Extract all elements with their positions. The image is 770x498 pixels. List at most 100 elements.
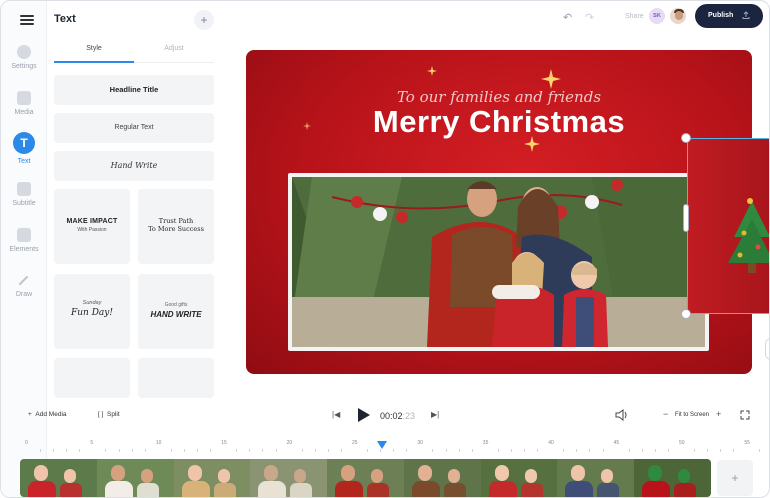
ruler-tick-label: 40 bbox=[548, 440, 554, 446]
undo-icon[interactable]: ↶ bbox=[563, 11, 572, 24]
family-photo[interactable] bbox=[288, 173, 709, 351]
selected-element[interactable] bbox=[687, 138, 769, 314]
skip-forward-icon[interactable]: ▶| bbox=[431, 410, 439, 419]
hand-write-style[interactable]: Hand Write bbox=[54, 151, 214, 181]
template-hand-write[interactable]: Good gifts HAND WRITE bbox=[138, 274, 214, 349]
timeline-thumbnail[interactable] bbox=[480, 459, 558, 497]
ruler-minor-tick bbox=[720, 449, 722, 452]
ruler-minor-tick bbox=[118, 449, 120, 452]
user-avatar[interactable] bbox=[669, 7, 687, 25]
template-placeholder[interactable] bbox=[138, 358, 214, 398]
timeline-thumbnail[interactable] bbox=[557, 459, 635, 497]
fit-to-screen[interactable]: Fit to Screen bbox=[675, 412, 709, 418]
template-line: MAKE IMPACT bbox=[66, 218, 118, 225]
ruler-minor-tick bbox=[537, 449, 539, 452]
timeline-thumbnail[interactable] bbox=[96, 459, 174, 497]
ruler-tick-label: 20 bbox=[286, 440, 293, 446]
ruler-minor-tick bbox=[641, 449, 643, 452]
template-line: To More Success bbox=[148, 225, 204, 233]
ruler-tick-label: 15 bbox=[221, 440, 227, 446]
ruler-minor-tick bbox=[327, 449, 329, 452]
rail-label: Settings bbox=[11, 63, 37, 70]
ruler-minor-tick bbox=[249, 449, 251, 452]
canvas-title[interactable]: Merry Christmas bbox=[246, 104, 752, 140]
zoom-in-button[interactable]: + bbox=[716, 409, 721, 419]
headline-title-style[interactable]: Headline Title bbox=[54, 75, 214, 105]
ruler-minor-tick bbox=[210, 449, 212, 452]
time-current: 00:02 bbox=[380, 411, 403, 421]
ruler-minor-tick bbox=[275, 449, 277, 452]
time-frames: :23 bbox=[402, 411, 416, 421]
ruler-minor-tick bbox=[733, 449, 735, 452]
rail-label: Subtitle bbox=[12, 200, 36, 207]
ruler-minor-tick bbox=[236, 449, 238, 452]
add-button[interactable]: + bbox=[194, 10, 214, 30]
publish-button[interactable]: Publish bbox=[695, 4, 763, 28]
rail-item-subtitle[interactable]: Subtitle bbox=[1, 182, 47, 207]
text-icon: T bbox=[13, 132, 35, 154]
subtitle-icon bbox=[17, 182, 31, 196]
split-button[interactable]: [ ] Split bbox=[98, 411, 120, 418]
tab-adjust[interactable]: Adjust bbox=[134, 45, 214, 52]
rail-item-elements[interactable]: Elements bbox=[1, 228, 47, 253]
timeline-thumbnail[interactable] bbox=[20, 459, 97, 497]
menu-icon[interactable] bbox=[20, 15, 34, 25]
playhead-marker[interactable] bbox=[377, 441, 387, 449]
timeline-thumbnail[interactable] bbox=[327, 459, 404, 497]
rail-label: Media bbox=[14, 109, 34, 116]
ruler-minor-tick bbox=[510, 449, 512, 452]
video-track[interactable] bbox=[20, 459, 711, 497]
tab-style[interactable]: Style bbox=[54, 45, 134, 52]
template-line: Fun Day! bbox=[71, 308, 113, 318]
gear-icon bbox=[17, 45, 31, 59]
ruler-minor-tick bbox=[707, 449, 709, 452]
resize-handle[interactable] bbox=[681, 309, 691, 319]
split-icon: [ ] bbox=[98, 411, 108, 418]
timeline-thumbnail[interactable] bbox=[634, 459, 711, 497]
play-icon[interactable] bbox=[357, 407, 371, 423]
volume-icon[interactable] bbox=[615, 409, 629, 421]
ruler-tick-label: 50 bbox=[679, 440, 685, 446]
add-clip-button[interactable]: + bbox=[717, 460, 753, 496]
panel-toggle[interactable] bbox=[765, 338, 769, 360]
resize-handle[interactable] bbox=[683, 204, 689, 232]
template-make-impact[interactable]: MAKE IMPACT With Passion bbox=[54, 189, 130, 264]
ruler-minor-tick bbox=[445, 449, 447, 452]
ruler-tick-label: 0 bbox=[25, 440, 28, 446]
rail-item-text[interactable]: T Text bbox=[1, 132, 47, 165]
rail-label: Text bbox=[17, 158, 31, 165]
ruler-minor-tick bbox=[563, 449, 565, 452]
ruler-minor-tick bbox=[667, 449, 669, 452]
add-media-button[interactable]: + Add Media bbox=[28, 411, 67, 418]
regular-text-style[interactable]: Regular Text bbox=[54, 113, 214, 143]
ruler-minor-tick bbox=[393, 449, 395, 452]
fullscreen-icon[interactable] bbox=[740, 410, 750, 420]
ruler-minor-tick bbox=[79, 449, 81, 452]
template-trust-path[interactable]: Trust Path To More Success bbox=[138, 189, 214, 264]
template-placeholder[interactable] bbox=[54, 358, 130, 398]
timeline-thumbnail[interactable] bbox=[250, 459, 328, 497]
rail-label: Draw bbox=[15, 291, 33, 298]
skip-back-icon[interactable]: |◀ bbox=[332, 410, 340, 419]
share-button[interactable]: Share bbox=[625, 13, 644, 20]
redo-icon[interactable]: ↷ bbox=[585, 11, 594, 24]
active-tab-indicator bbox=[54, 61, 134, 63]
collaborator-avatar[interactable]: SK bbox=[649, 8, 665, 24]
panel-tabs: Style Adjust bbox=[54, 41, 214, 63]
elements-icon bbox=[17, 228, 31, 242]
canvas-frame[interactable]: To our families and friends Merry Christ… bbox=[246, 50, 752, 374]
resize-handle[interactable] bbox=[681, 133, 691, 143]
template-line: Good gifts bbox=[164, 302, 188, 308]
photo-content bbox=[292, 177, 705, 347]
add-media-label: Add Media bbox=[35, 411, 67, 418]
upload-icon bbox=[742, 11, 750, 19]
template-fun-day[interactable]: Sunday Fun Day! bbox=[54, 274, 130, 349]
zoom-out-button[interactable]: − bbox=[663, 409, 668, 419]
timeline-thumbnail[interactable] bbox=[403, 459, 481, 497]
ruler-minor-tick bbox=[497, 449, 499, 452]
panel-title: Text bbox=[54, 13, 76, 25]
rail-item-settings[interactable]: Settings bbox=[1, 45, 47, 70]
rail-item-draw[interactable]: Draw bbox=[1, 273, 47, 298]
rail-item-media[interactable]: Media bbox=[1, 91, 47, 116]
timeline-thumbnail[interactable] bbox=[173, 459, 251, 497]
